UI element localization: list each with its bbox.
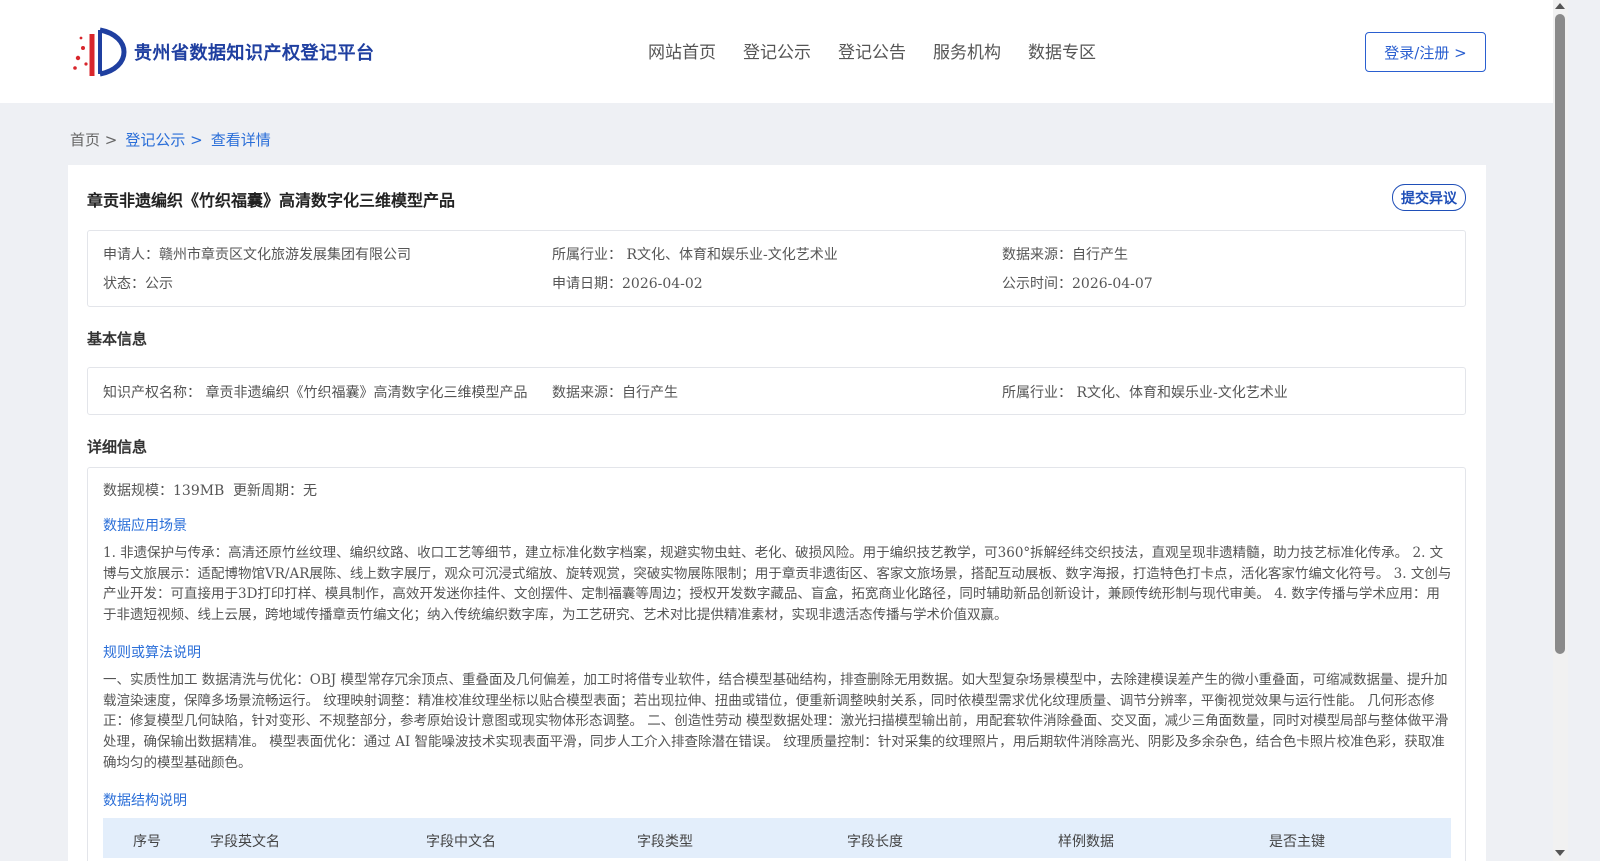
- logo-emblem-icon: [70, 26, 130, 78]
- industry-text: 所属行业： R文化、体育和娱乐业-文化艺术业: [552, 247, 838, 263]
- detail-card: 章贡非遗编织《竹织福囊》高清数字化三维模型产品 提交异议 申请人：赣州市章贡区文…: [68, 165, 1486, 861]
- apply-date-text: 申请日期：2026-04-02: [552, 276, 703, 292]
- scroll-up-icon[interactable]: [1555, 3, 1565, 9]
- rule-heading: 规则或算法说明: [103, 645, 201, 661]
- login-register-button[interactable]: 登录/注册 >: [1365, 32, 1486, 72]
- structure-table-header: 序号 字段英文名 字段中文名 字段类型 字段长度 样例数据 是否主键: [103, 818, 1451, 858]
- basic-info-box: 知识产权名称： 章贡非遗编织《竹织福囊》高清数字化三维模型产品 数据来源：自行产…: [87, 367, 1466, 415]
- detail-info-heading: 详细信息: [87, 438, 148, 456]
- nav-item-service[interactable]: 服务机构: [933, 38, 1001, 63]
- scrollbar-thumb[interactable]: [1555, 14, 1565, 654]
- detail-info-box: 数据规模：139MB 更新周期：无 数据应用场景 1. 非遗保护与传承：高清还原…: [87, 467, 1466, 861]
- structure-heading: 数据结构说明: [103, 793, 187, 809]
- scenario-text: 1. 非遗保护与传承：高清还原竹丝纹理、编织纹路、收口工艺等细节，建立标准化数字…: [103, 545, 1452, 624]
- table-header-cell: 样例数据: [1058, 834, 1114, 850]
- data-scale-text: 数据规模：139MB: [103, 483, 225, 499]
- scenario-heading: 数据应用场景: [103, 518, 187, 534]
- table-header-cell: 是否主键: [1269, 834, 1325, 850]
- table-header-cell: 字段类型: [637, 834, 693, 850]
- site-logo[interactable]: 贵州省数据知识产权登记平台: [70, 26, 375, 78]
- breadcrumb-home[interactable]: 首页 >: [70, 129, 117, 150]
- nav-item-publicity[interactable]: 登记公示: [743, 38, 811, 63]
- breadcrumb: 首页 > 登记公示 > 查看详情: [70, 129, 271, 150]
- site-title: 贵州省数据知识产权登记平台: [134, 43, 375, 64]
- applicant-text: 申请人：赣州市章贡区文化旅游发展集团有限公司: [103, 247, 411, 263]
- update-cycle-text: 更新周期：无: [233, 483, 317, 499]
- publicity-time-text: 公示时间：2026-04-07: [1002, 276, 1153, 292]
- ip-name-text: 知识产权名称： 章贡非遗编织《竹织福囊》高清数字化三维模型产品: [103, 385, 528, 401]
- scroll-down-icon[interactable]: [1555, 850, 1565, 856]
- summary-box: 申请人：赣州市章贡区文化旅游发展集团有限公司 所属行业： R文化、体育和娱乐业-…: [87, 230, 1466, 307]
- nav-item-home[interactable]: 网站首页: [648, 38, 716, 63]
- nav-item-announcement[interactable]: 登记公告: [838, 38, 906, 63]
- basic-info-heading: 基本信息: [87, 330, 148, 348]
- table-header-cell: 字段长度: [847, 834, 903, 850]
- submit-objection-button[interactable]: 提交异议: [1392, 184, 1466, 211]
- table-header-cell: 字段英文名: [210, 834, 280, 850]
- rule-text: 一、实质性加工 数据清洗与优化：OBJ 模型常存冗余顶点、重叠面及几何偏差，加工…: [103, 672, 1449, 771]
- main-nav: 网站首页 登记公示 登记公告 服务机构 数据专区: [648, 38, 1096, 63]
- breadcrumb-publicity[interactable]: 登记公示 >: [125, 129, 202, 150]
- basic-data-source-text: 数据来源：自行产生: [552, 385, 678, 401]
- nav-item-data-zone[interactable]: 数据专区: [1028, 38, 1096, 63]
- breadcrumb-current: 查看详情: [210, 131, 271, 149]
- page-title: 章贡非遗编织《竹织福囊》高清数字化三维模型产品: [87, 191, 456, 210]
- table-header-cell: 字段中文名: [426, 834, 496, 850]
- data-source-text: 数据来源：自行产生: [1002, 247, 1128, 263]
- table-header-cell: 序号: [133, 834, 161, 850]
- status-text: 状态：公示: [103, 276, 173, 292]
- basic-industry-text: 所属行业： R文化、体育和娱乐业-文化艺术业: [1002, 385, 1288, 401]
- top-header: 贵州省数据知识产权登记平台 网站首页 登记公示 登记公告 服务机构 数据专区 登…: [0, 0, 1568, 103]
